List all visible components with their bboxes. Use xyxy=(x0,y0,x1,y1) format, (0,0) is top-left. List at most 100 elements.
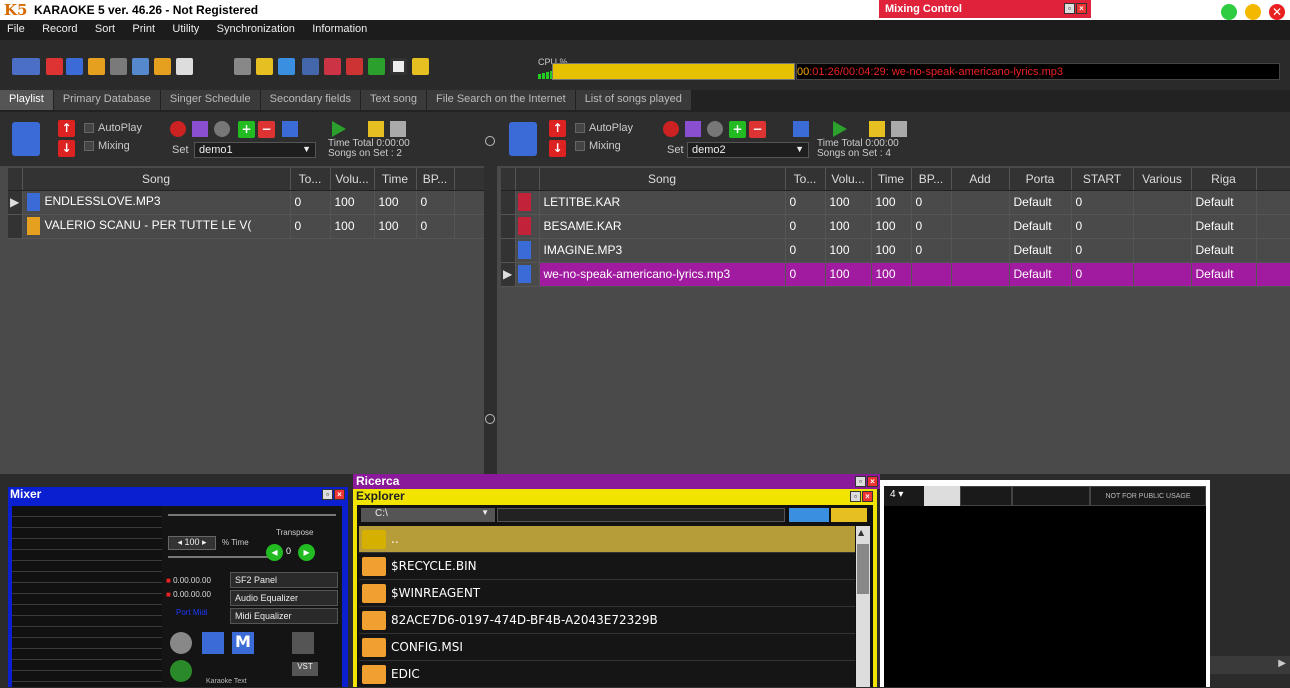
move-up-button[interactable]: ↑ xyxy=(58,120,75,137)
table-row[interactable]: VALERIO SCANU - PER TUTTE LE V( 0 100 10… xyxy=(8,214,485,239)
play-set-icon[interactable] xyxy=(833,121,847,137)
cell-bpm[interactable]: 0 xyxy=(911,190,952,215)
save-icon[interactable] xyxy=(793,121,809,137)
song-title[interactable]: we-no-speak-americano-lyrics.mp3 xyxy=(539,262,786,287)
folder-icon[interactable] xyxy=(154,58,171,75)
cell-time[interactable]: 100 xyxy=(871,190,912,215)
record-button[interactable] xyxy=(663,121,679,137)
cell-time[interactable]: 100 xyxy=(374,214,417,239)
go-icon[interactable] xyxy=(789,508,829,522)
drive-select[interactable]: C:\ ▼ xyxy=(361,508,495,522)
tab-text-song[interactable]: Text song xyxy=(360,90,427,110)
horizontal-scrollbar[interactable]: ▶ xyxy=(1210,656,1290,674)
screen-icon[interactable] xyxy=(132,58,149,75)
song-title[interactable]: IMAGINE.MP3 xyxy=(539,238,786,263)
cell-various[interactable] xyxy=(1133,190,1192,215)
list-item-parent[interactable]: .. xyxy=(359,526,855,553)
cell-add[interactable] xyxy=(951,214,1010,239)
display-icon[interactable] xyxy=(302,58,319,75)
cell-volume[interactable]: 100 xyxy=(825,238,872,263)
video-swatch[interactable] xyxy=(924,486,960,506)
maximize-button[interactable] xyxy=(1221,4,1237,20)
tab-secondary-fields[interactable]: Secondary fields xyxy=(260,90,360,110)
autoplay-checkbox[interactable] xyxy=(84,123,94,134)
menu-print[interactable]: Print xyxy=(125,20,162,35)
list-item[interactable]: EDIC xyxy=(359,661,855,688)
refresh-icon[interactable] xyxy=(346,58,363,75)
cell-time[interactable]: 100 xyxy=(871,214,912,239)
column-volume[interactable]: Volu... xyxy=(825,168,872,191)
cell-tonality[interactable]: 0 xyxy=(785,214,826,239)
play-set-icon[interactable] xyxy=(332,121,346,137)
remove-song-button[interactable]: − xyxy=(258,121,275,138)
pitch-slider[interactable] xyxy=(168,514,336,516)
table-row[interactable]: ▶ ENDLESSLOVE.MP3 0 100 100 0 xyxy=(8,190,485,215)
pause-icon[interactable] xyxy=(412,58,429,75)
open-set-icon[interactable] xyxy=(869,121,885,137)
tab-playlist[interactable]: Playlist xyxy=(0,90,53,110)
lyrics-icon[interactable] xyxy=(192,121,208,137)
column-tonality[interactable]: To... xyxy=(290,168,331,191)
restore-icon[interactable]: ▫ xyxy=(322,489,333,500)
column-riga[interactable]: Riga xyxy=(1191,168,1257,191)
path-input[interactable] xyxy=(497,508,785,522)
cell-add[interactable] xyxy=(951,262,1010,287)
open-folder-icon[interactable] xyxy=(831,508,867,522)
cell-bpm[interactable]: 0 xyxy=(416,190,455,215)
cell-time[interactable]: 100 xyxy=(374,190,417,215)
close-window-button[interactable]: ✕ xyxy=(1269,4,1285,20)
set-select[interactable]: demo2 ▼ xyxy=(687,142,809,158)
close-icon[interactable]: × xyxy=(867,476,878,487)
cell-tonality[interactable]: 0 xyxy=(785,262,826,287)
cell-start[interactable]: 0 xyxy=(1071,190,1134,215)
column-porta[interactable]: Porta xyxy=(1009,168,1072,191)
column-volume[interactable]: Volu... xyxy=(330,168,375,191)
column-start[interactable]: START xyxy=(1071,168,1134,191)
cell-time[interactable]: 100 xyxy=(871,238,912,263)
restore-icon[interactable]: ▫ xyxy=(855,476,866,487)
equalizer-icon[interactable] xyxy=(202,632,224,654)
cell-add[interactable] xyxy=(951,238,1010,263)
move-up-button[interactable]: ↑ xyxy=(549,120,566,137)
record-button[interactable] xyxy=(170,121,186,137)
set-select[interactable]: demo1 ▼ xyxy=(194,142,316,158)
mixing-control-panel[interactable]: Mixing Control ▫ × xyxy=(879,0,1091,18)
video-icon[interactable] xyxy=(324,58,341,75)
channel-strip-list[interactable] xyxy=(12,506,162,687)
column-bpm[interactable]: BP... xyxy=(416,168,455,191)
mixing-checkbox[interactable] xyxy=(575,141,585,152)
cell-riga[interactable]: Default xyxy=(1191,238,1257,263)
restore-icon[interactable]: ▫ xyxy=(850,491,861,502)
image-icon[interactable] xyxy=(278,58,295,75)
singer-icon[interactable] xyxy=(12,122,40,156)
tab-file-search-internet[interactable]: File Search on the Internet xyxy=(427,90,575,110)
transpose-up-button[interactable]: ▸ xyxy=(298,544,315,561)
cell-bpm[interactable] xyxy=(911,262,952,287)
column-tonality[interactable]: To... xyxy=(785,168,826,191)
song-title[interactable]: LETITBE.KAR xyxy=(539,190,786,215)
cell-volume[interactable]: 100 xyxy=(330,214,375,239)
settings-icon[interactable] xyxy=(214,121,230,137)
singer-icon[interactable] xyxy=(509,122,537,156)
menu-information[interactable]: Information xyxy=(305,20,374,35)
sf2-panel-button[interactable]: SF2 Panel xyxy=(230,572,338,588)
cell-bpm[interactable]: 0 xyxy=(911,214,952,239)
set-list-icon[interactable] xyxy=(390,121,406,137)
column-bpm[interactable]: BP... xyxy=(911,168,952,191)
microphone-icon[interactable] xyxy=(170,632,192,654)
song-title[interactable]: BESAME.KAR xyxy=(539,214,786,239)
minimize-button[interactable] xyxy=(1245,4,1261,20)
close-icon[interactable]: × xyxy=(862,491,873,502)
cell-riga[interactable]: Default xyxy=(1191,190,1257,215)
table-row[interactable]: BESAME.KAR 0 100 100 0 Default 0 Default xyxy=(501,214,1290,239)
settings-icon[interactable] xyxy=(707,121,723,137)
table-row[interactable]: LETITBE.KAR 0 100 100 0 Default 0 Defaul… xyxy=(501,190,1290,215)
add-song-button[interactable]: + xyxy=(729,121,746,138)
open-set-icon[interactable] xyxy=(368,121,384,137)
autoplay-checkbox[interactable] xyxy=(575,123,585,134)
scroll-up-icon[interactable]: ▲ xyxy=(858,528,864,537)
cell-various[interactable] xyxy=(1133,262,1192,287)
plugin-icon[interactable] xyxy=(292,632,314,654)
cell-riga[interactable]: Default xyxy=(1191,214,1257,239)
table-row-selected[interactable]: ▶ we-no-speak-americano-lyrics.mp3 0 100… xyxy=(501,262,1290,287)
